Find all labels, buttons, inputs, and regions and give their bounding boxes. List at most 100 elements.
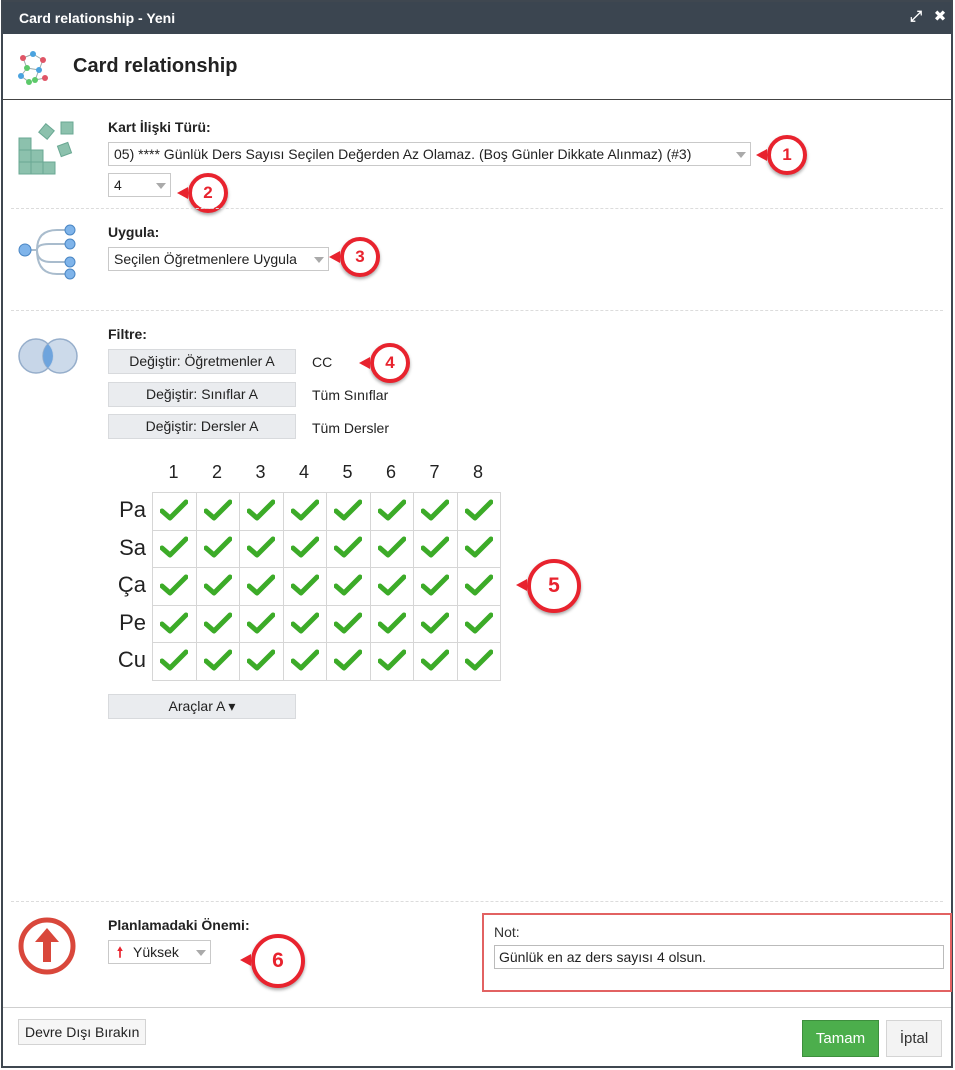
importance-select[interactable]: 🠕 Yüksek xyxy=(108,940,211,964)
note-label: Not: xyxy=(494,924,520,940)
grid-cell[interactable] xyxy=(413,492,458,531)
callout-3: 3 xyxy=(329,237,380,277)
day-label[interactable]: Pa xyxy=(106,497,146,523)
ok-button[interactable]: Tamam xyxy=(802,1020,879,1057)
change-teachers-button[interactable]: Değiştir: Öğretmenler A xyxy=(108,349,296,374)
day-label[interactable]: Pe xyxy=(106,610,146,636)
note-box: Not: Günlük en az ders sayısı 4 olsun. xyxy=(482,913,952,992)
title-bar: Card relationship - Yeni ⤢ ✖ xyxy=(3,2,951,34)
change-subjects-button[interactable]: Değiştir: Dersler A xyxy=(108,414,296,439)
grid-cell[interactable] xyxy=(369,567,414,606)
checkmark-icon xyxy=(420,499,450,524)
grid-cell[interactable] xyxy=(326,529,371,569)
checkmark-icon xyxy=(377,612,407,637)
grid-cell[interactable] xyxy=(326,492,371,531)
grid-cell[interactable] xyxy=(456,529,501,569)
grid-cell[interactable] xyxy=(369,529,414,569)
classes-filter-value: Tüm Sınıflar xyxy=(312,387,389,403)
grid-cell[interactable] xyxy=(195,642,240,681)
grid-cell[interactable] xyxy=(282,529,327,569)
callout-1: 1 xyxy=(756,135,807,175)
period-header[interactable]: 3 xyxy=(239,462,282,483)
chevron-down-icon xyxy=(314,257,324,263)
grid-cell[interactable] xyxy=(239,529,284,569)
period-header[interactable]: 2 xyxy=(196,462,239,483)
grid-cell[interactable] xyxy=(326,567,371,606)
cancel-button[interactable]: İptal xyxy=(886,1020,942,1057)
grid-cell[interactable] xyxy=(239,492,284,531)
grid-cell[interactable] xyxy=(413,529,458,569)
grid-cell[interactable] xyxy=(413,567,458,606)
network-graph-icon xyxy=(18,51,48,85)
checkmark-icon xyxy=(464,574,494,599)
checkmark-icon xyxy=(246,574,276,599)
tools-button[interactable]: Araçlar A ▾ xyxy=(108,694,296,719)
grid-cell[interactable] xyxy=(282,604,327,644)
checkmark-icon xyxy=(377,649,407,674)
grid-cell[interactable] xyxy=(369,492,414,531)
grid-cell[interactable] xyxy=(152,567,197,606)
grid-cell[interactable] xyxy=(369,604,414,644)
checkmark-icon xyxy=(246,499,276,524)
period-header[interactable]: 6 xyxy=(370,462,413,483)
grid-cell[interactable] xyxy=(152,529,197,569)
grid-cell[interactable] xyxy=(282,567,327,606)
day-label[interactable]: Cu xyxy=(106,647,146,673)
disable-button[interactable]: Devre Dışı Bırakın xyxy=(18,1019,147,1045)
grid-cell[interactable] xyxy=(152,604,197,644)
grid-cell[interactable] xyxy=(282,492,327,531)
grid-cell[interactable] xyxy=(456,492,501,531)
grid-cell[interactable] xyxy=(413,604,458,644)
grid-cell[interactable] xyxy=(239,604,284,644)
timetable-grid xyxy=(152,492,501,681)
grid-cell[interactable] xyxy=(239,567,284,606)
checkmark-icon xyxy=(333,499,363,524)
grid-cell[interactable] xyxy=(195,492,240,531)
period-header[interactable]: 7 xyxy=(413,462,456,483)
grid-cell[interactable] xyxy=(152,492,197,531)
venn-icon xyxy=(18,338,78,374)
relation-type-select[interactable]: 05) **** Günlük Ders Sayısı Seçilen Değe… xyxy=(108,142,751,166)
period-header[interactable]: 4 xyxy=(283,462,326,483)
grid-cell[interactable] xyxy=(282,642,327,681)
grid-cell[interactable] xyxy=(152,642,197,681)
grid-cell[interactable] xyxy=(456,642,501,681)
apply-label: Uygula: xyxy=(108,224,160,240)
checkmark-icon xyxy=(246,649,276,674)
checkmark-icon xyxy=(203,574,233,599)
grid-cell[interactable] xyxy=(456,567,501,606)
day-label[interactable]: Ça xyxy=(106,572,146,598)
grid-cell[interactable] xyxy=(195,529,240,569)
period-header[interactable]: 8 xyxy=(457,462,500,483)
apply-select[interactable]: Seçilen Öğretmenlere Uygula xyxy=(108,247,329,271)
checkmark-icon xyxy=(333,574,363,599)
period-header[interactable]: 5 xyxy=(326,462,369,483)
checkmark-icon xyxy=(464,612,494,637)
dialog-window: Card relationship - Yeni ⤢ ✖ Card relati… xyxy=(1,0,953,1068)
grid-cell[interactable] xyxy=(239,642,284,681)
checkmark-icon xyxy=(159,499,189,524)
grid-cell[interactable] xyxy=(195,567,240,606)
grid-cell[interactable] xyxy=(326,642,371,681)
note-input[interactable]: Günlük en az ders sayısı 4 olsun. xyxy=(494,945,944,969)
grid-cell[interactable] xyxy=(369,642,414,681)
grid-cell[interactable] xyxy=(195,604,240,644)
grid-cell[interactable] xyxy=(413,642,458,681)
teachers-filter-value: CC xyxy=(312,354,333,370)
grid-row xyxy=(152,642,501,681)
change-classes-button[interactable]: Değiştir: Sınıflar A xyxy=(108,382,296,407)
importance-value: Yüksek xyxy=(133,944,179,960)
checkmark-icon xyxy=(290,612,320,637)
section-divider xyxy=(11,208,943,209)
grid-cell[interactable] xyxy=(456,604,501,644)
period-header[interactable]: 1 xyxy=(152,462,195,483)
close-icon[interactable]: ✖ xyxy=(931,8,949,26)
number-select[interactable]: 4 xyxy=(108,173,171,197)
grid-cell[interactable] xyxy=(326,604,371,644)
maximize-icon[interactable]: ⤢ xyxy=(907,8,925,26)
window-title: Card relationship - Yeni xyxy=(19,10,176,26)
subjects-filter-value: Tüm Dersler xyxy=(312,420,390,436)
day-label[interactable]: Sa xyxy=(106,535,146,561)
checkmark-icon xyxy=(464,536,494,561)
checkmark-icon xyxy=(159,649,189,674)
